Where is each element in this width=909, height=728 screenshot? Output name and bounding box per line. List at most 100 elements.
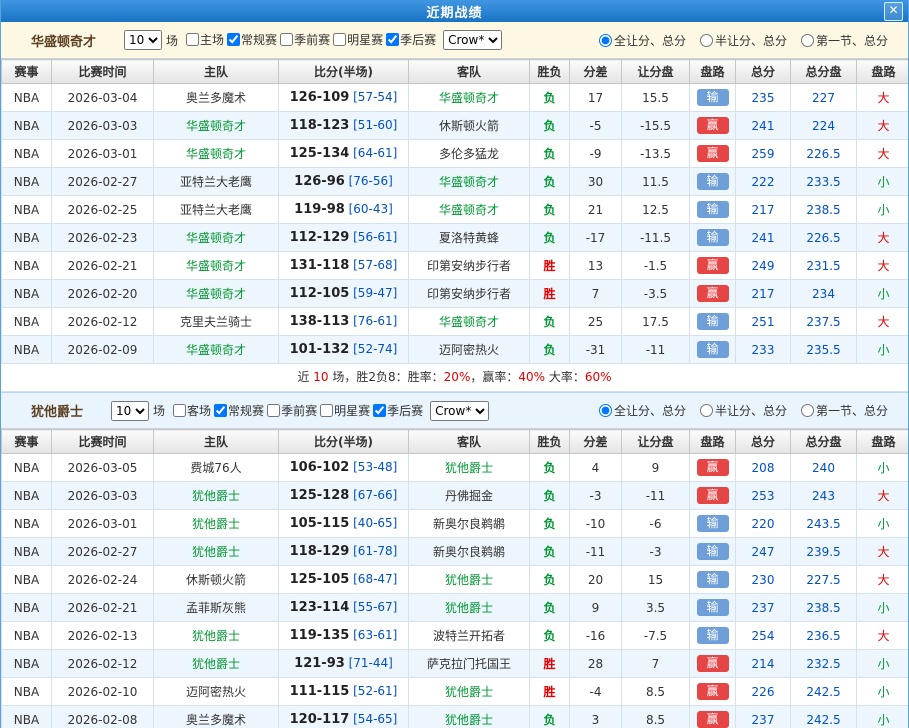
filter-checkbox[interactable]: 明星赛: [320, 402, 370, 419]
league-cell: NBA: [2, 482, 52, 510]
date-cell: 2026-03-01: [52, 510, 154, 538]
filter-checkbox[interactable]: 季前赛: [280, 31, 330, 48]
close-icon[interactable]: ✕: [884, 2, 903, 21]
games-count-select[interactable]: 10: [124, 30, 162, 50]
filter-checkbox[interactable]: 常规赛: [227, 31, 277, 48]
table-header-row: 赛事比赛时间主队比分(半场)客队胜负分差让分盘盘路总分总分盘盘路: [2, 430, 909, 454]
popup-title: 近期战绩: [426, 2, 482, 21]
diff-cell: -31: [570, 336, 622, 364]
game-row: NBA2026-02-08奥兰多魔术120-117 [54-65]犹他爵士负38…: [2, 706, 909, 728]
summary-segment: 10: [313, 370, 328, 384]
checkbox-input[interactable]: [227, 33, 240, 46]
handicap-cell: -7.5: [622, 622, 690, 650]
home-team-cell: 亚特兰大老鹰: [154, 196, 279, 224]
win-loss-label: 负: [543, 175, 555, 189]
radio-group: 全让分、总分半让分、总分第一节、总分: [585, 402, 894, 419]
handicap-result-cell: 赢: [690, 650, 736, 678]
handicap-cell: 15: [622, 566, 690, 594]
game-date: 2026-03-03: [68, 119, 138, 133]
total-line-cell: 242.5: [791, 706, 857, 728]
handicap-outcome-badge: 输: [697, 627, 729, 644]
checkbox-input[interactable]: [186, 33, 199, 46]
point-diff: -10: [586, 517, 606, 531]
league-label: NBA: [14, 461, 39, 475]
checkbox-input[interactable]: [386, 33, 399, 46]
company-select[interactable]: Crow*: [430, 401, 489, 421]
result-cell: 负: [530, 336, 570, 364]
away-team-cell: 华盛顿奇才: [409, 196, 530, 224]
column-header: 赛事: [2, 60, 52, 84]
total-line: 242.5: [806, 685, 840, 699]
radio-input[interactable]: [801, 34, 814, 47]
column-header: 赛事: [2, 430, 52, 454]
handicap-cell: 15.5: [622, 84, 690, 112]
win-loss-label: 负: [543, 91, 555, 105]
league-cell: NBA: [2, 566, 52, 594]
radio-input[interactable]: [700, 404, 713, 417]
home-team-name: 犹他爵士: [192, 517, 240, 531]
filter-checkbox[interactable]: 季后赛: [373, 402, 423, 419]
date-cell: 2026-02-20: [52, 280, 154, 308]
handicap-result-cell: 赢: [690, 252, 736, 280]
handicap-cell: -13.5: [622, 140, 690, 168]
game-date: 2026-03-05: [68, 461, 138, 475]
total-points: 217: [752, 203, 775, 217]
radio-input[interactable]: [801, 404, 814, 417]
checkbox-input[interactable]: [373, 404, 386, 417]
checkbox-input[interactable]: [214, 404, 227, 417]
away-team-name: 新奥尔良鹈鹕: [433, 517, 505, 531]
total-cell: 214: [736, 650, 791, 678]
total-result-cell: 小: [857, 196, 909, 224]
radio-option[interactable]: 半让分、总分: [700, 32, 787, 49]
total-points: 241: [752, 119, 775, 133]
radio-option[interactable]: 第一节、总分: [801, 402, 888, 419]
filter-checkbox[interactable]: 明星赛: [333, 31, 383, 48]
checkbox-input[interactable]: [320, 404, 333, 417]
games-count-select[interactable]: 10: [111, 401, 149, 421]
total-outcome-label: 大: [877, 231, 889, 245]
result-cell: 负: [530, 112, 570, 140]
away-team-cell: 波特兰开拓者: [409, 622, 530, 650]
diff-cell: -4: [570, 678, 622, 706]
handicap-line: -3: [650, 545, 662, 559]
radio-option[interactable]: 半让分、总分: [700, 402, 787, 419]
filter-checkbox[interactable]: 客场: [173, 402, 211, 419]
radio-option[interactable]: 第一节、总分: [801, 32, 888, 49]
league-label: NBA: [14, 203, 39, 217]
game-date: 2026-02-09: [68, 343, 138, 357]
total-result-cell: 小: [857, 510, 909, 538]
total-cell: 237: [736, 594, 791, 622]
total-line-cell: 227: [791, 84, 857, 112]
point-diff: 3: [592, 713, 600, 727]
handicap-outcome-badge: 赢: [697, 145, 729, 162]
home-team-cell: 克里夫兰骑士: [154, 308, 279, 336]
filter-checkbox[interactable]: 季前赛: [267, 402, 317, 419]
filter-checkbox[interactable]: 主场: [186, 31, 224, 48]
radio-option[interactable]: 全让分、总分: [599, 402, 686, 419]
column-header: 总分盘: [791, 430, 857, 454]
checkbox-input[interactable]: [173, 404, 186, 417]
result-cell: 负: [530, 538, 570, 566]
radio-option[interactable]: 全让分、总分: [599, 32, 686, 49]
total-result-cell: 大: [857, 622, 909, 650]
league-cell: NBA: [2, 454, 52, 482]
radio-input[interactable]: [599, 404, 612, 417]
score-cell: 112-105 [59-47]: [279, 280, 409, 308]
total-cell: 241: [736, 112, 791, 140]
half-score: [71-44]: [349, 656, 393, 670]
final-score: 118-123: [290, 118, 350, 133]
summary-segment: ，赢率：: [470, 370, 518, 384]
league-label: NBA: [14, 713, 39, 727]
checkbox-input[interactable]: [333, 33, 346, 46]
radio-input[interactable]: [700, 34, 713, 47]
company-select[interactable]: Crow*: [443, 30, 502, 50]
radio-input[interactable]: [599, 34, 612, 47]
checkbox-input[interactable]: [267, 404, 280, 417]
filter-checkbox[interactable]: 季后赛: [386, 31, 436, 48]
total-line: 234: [812, 287, 835, 301]
game-row: NBA2026-02-27犹他爵士118-129 [61-78]新奥尔良鹈鹕负-…: [2, 538, 909, 566]
checkbox-input[interactable]: [280, 33, 293, 46]
filter-checkbox[interactable]: 常规赛: [214, 402, 264, 419]
score-cell: 138-113 [76-61]: [279, 308, 409, 336]
handicap-outcome-badge: 赢: [697, 655, 729, 672]
